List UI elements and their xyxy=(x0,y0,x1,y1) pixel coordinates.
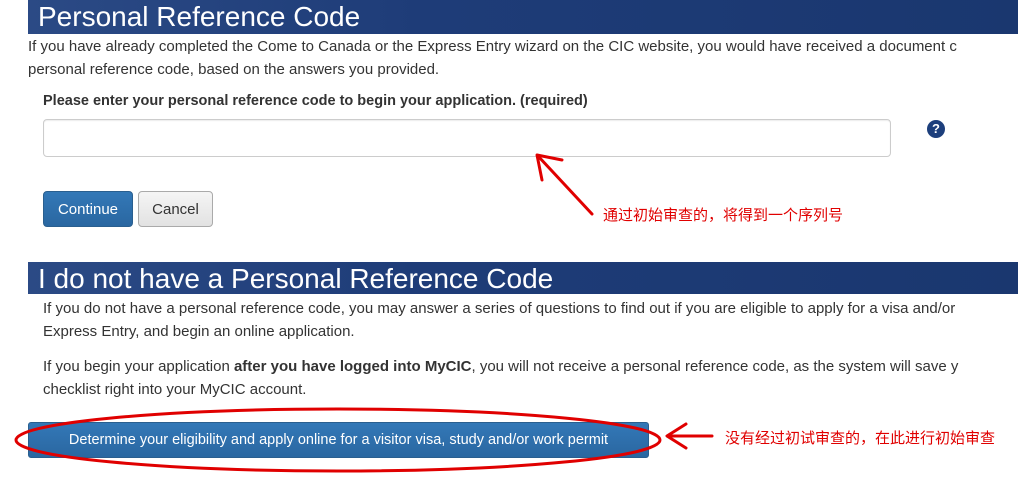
reference-code-label: Please enter your personal reference cod… xyxy=(43,93,588,109)
reference-code-input[interactable] xyxy=(43,119,891,157)
mycic-text-prefix: If you begin your application xyxy=(43,358,234,375)
intro-text-line-2: personal reference code, based on the an… xyxy=(28,61,440,78)
annotation-note-2: 没有经过初试审查的，在此进行初始审查 xyxy=(725,429,996,447)
determine-eligibility-button[interactable]: Determine your eligibility and apply onl… xyxy=(28,422,649,458)
annotation-note-1: 通过初始审查的，将得到一个序列号 xyxy=(603,206,844,224)
mycic-text-line-1: If you begin your application after you … xyxy=(43,355,958,378)
cancel-button[interactable]: Cancel xyxy=(138,191,213,227)
eligibility-text-line-1: If you do not have a personal reference … xyxy=(43,300,956,317)
arrow-to-determine-button xyxy=(665,422,714,450)
arrow-to-input xyxy=(535,153,594,216)
mycic-text-bold: after you have logged into MyCIC xyxy=(233,358,472,375)
eligibility-text-line-2: Express Entry, and begin an online appli… xyxy=(43,323,355,340)
question-circle-icon[interactable]: ? xyxy=(927,120,945,138)
section-heading-personal-reference-code: Personal Reference Code xyxy=(28,0,1018,34)
mycic-text-line-2: checklist right into your MyCIC account. xyxy=(43,381,307,398)
continue-button[interactable]: Continue xyxy=(43,191,133,227)
section-heading-no-reference-code: I do not have a Personal Reference Code xyxy=(28,262,1018,294)
intro-text-line-1: If you have already completed the Come t… xyxy=(28,38,957,55)
mycic-text-suffix: , you will not receive a personal refere… xyxy=(471,358,959,375)
